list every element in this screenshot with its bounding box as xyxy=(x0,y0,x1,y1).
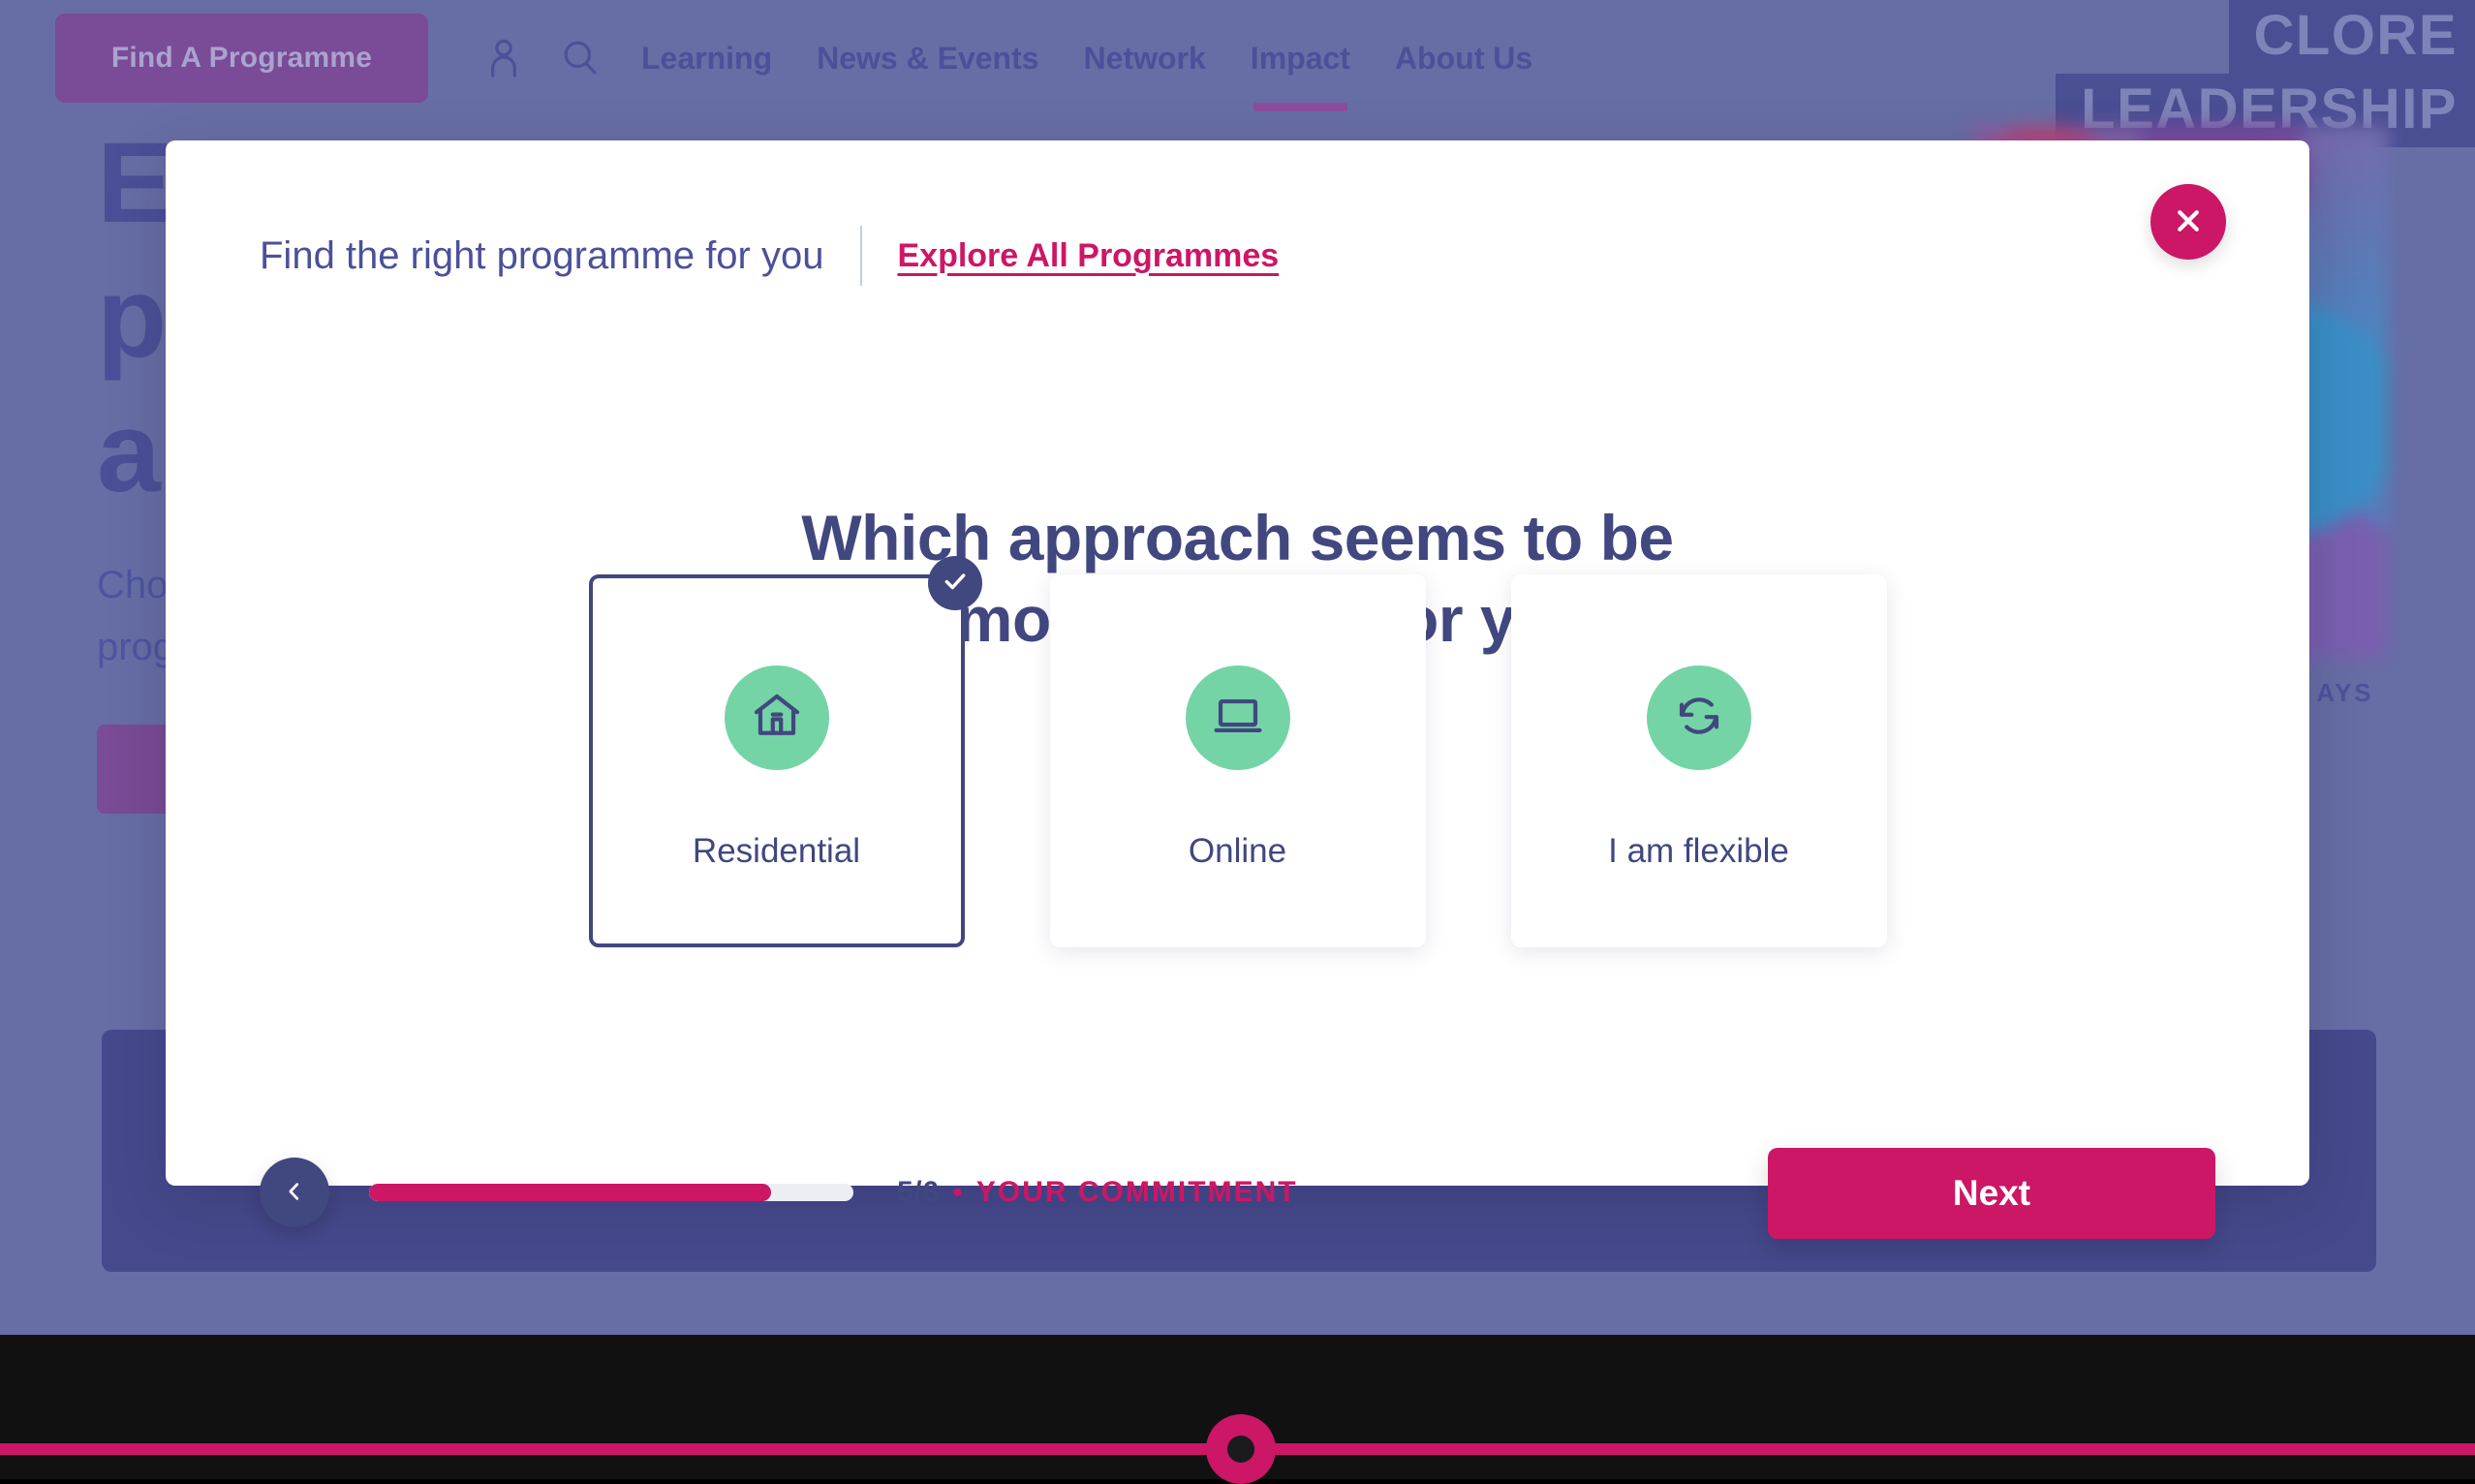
modal-header: Find the right programme for you Explore… xyxy=(260,226,1279,286)
option-icon-circle xyxy=(725,665,829,770)
bottom-decoration-strip xyxy=(0,1335,2475,1479)
step-indicator: 5/6 • YOUR COMMITMENT xyxy=(897,1176,1298,1209)
chevron-left-icon xyxy=(284,1181,305,1205)
progress-bar-fill xyxy=(369,1184,771,1201)
option-card-residential[interactable]: Residential xyxy=(589,574,965,947)
bottom-accent-knob-center xyxy=(1227,1436,1254,1463)
option-icon-circle xyxy=(1186,665,1290,770)
step-count: 5/6 xyxy=(897,1176,940,1209)
close-button[interactable] xyxy=(2150,184,2226,260)
option-card-flexible[interactable]: I am flexible xyxy=(1511,574,1887,947)
option-label: Residential xyxy=(693,832,860,871)
step-label: YOUR COMMITMENT xyxy=(976,1176,1298,1209)
sync-arrows-icon xyxy=(1672,689,1726,748)
bottom-accent-knob xyxy=(1206,1414,1276,1484)
programme-finder-modal: Find the right programme for you Explore… xyxy=(166,140,2309,1186)
option-label: I am flexible xyxy=(1608,832,1789,871)
modal-title: Find the right programme for you xyxy=(260,234,823,278)
option-card-online[interactable]: Online xyxy=(1050,574,1426,947)
option-icon-circle xyxy=(1647,665,1751,770)
close-icon xyxy=(2174,206,2203,238)
question-line-1: Which approach seems to be xyxy=(166,497,2309,578)
back-button[interactable] xyxy=(260,1158,329,1227)
header-separator xyxy=(860,226,862,286)
laptop-icon xyxy=(1211,689,1265,748)
option-card-group: Residential Online xyxy=(166,574,2309,947)
modal-overlay: Find the right programme for you Explore… xyxy=(0,0,2475,1335)
progress-bar xyxy=(369,1184,853,1201)
selected-check-badge xyxy=(928,556,982,610)
modal-footer: 5/6 • YOUR COMMITMENT Next xyxy=(166,1148,2309,1274)
step-separator-dot: • xyxy=(953,1177,963,1208)
house-icon xyxy=(750,689,804,748)
page-background: Find A Programme Learning News & Events … xyxy=(0,0,2475,1335)
next-button[interactable]: Next xyxy=(1768,1148,2215,1239)
explore-all-programmes-link[interactable]: Explore All Programmes xyxy=(897,237,1279,275)
option-label: Online xyxy=(1189,832,1286,871)
check-icon xyxy=(943,569,968,599)
